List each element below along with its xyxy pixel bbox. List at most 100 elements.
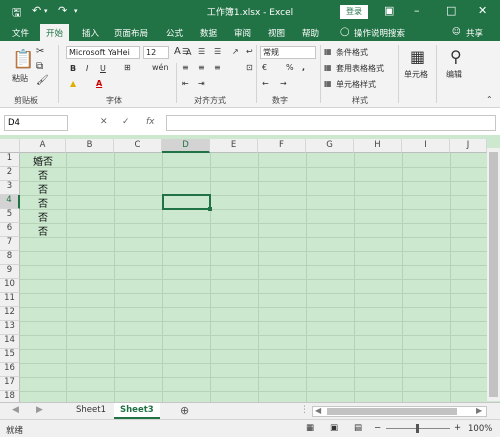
row-header[interactable]: 7 bbox=[0, 237, 20, 251]
cell-a6[interactable]: 否 bbox=[20, 223, 66, 238]
tab-help[interactable]: 帮助 bbox=[302, 27, 319, 39]
cell-a1[interactable]: 婚否 bbox=[20, 153, 66, 168]
fill-handle[interactable] bbox=[208, 207, 212, 211]
collapse-ribbon-icon[interactable]: ⌃ bbox=[486, 95, 493, 104]
row-header[interactable]: 13 bbox=[0, 321, 20, 335]
number-format-select[interactable]: 常规 bbox=[260, 46, 316, 59]
page-layout-view-icon[interactable]: ▣ bbox=[330, 423, 338, 433]
cell-styles-icon[interactable]: ▦ bbox=[324, 79, 332, 88]
cell-a4[interactable]: 否 bbox=[20, 195, 66, 210]
row-header[interactable]: 17 bbox=[0, 377, 20, 391]
percent-button[interactable]: % bbox=[286, 63, 294, 72]
add-sheet-icon[interactable]: ⊕ bbox=[180, 404, 189, 417]
name-box[interactable]: D4 bbox=[4, 115, 68, 131]
sheet-tab-sheet1[interactable]: Sheet1 bbox=[70, 403, 112, 419]
orientation-icon[interactable]: ↗ bbox=[232, 47, 239, 56]
horizontal-scroll-thumb[interactable] bbox=[327, 408, 457, 415]
tab-data[interactable]: 数据 bbox=[200, 27, 217, 39]
align-middle-icon[interactable]: ☰ bbox=[198, 47, 205, 56]
editing-icon[interactable]: ⚲ bbox=[450, 47, 462, 66]
column-header-g[interactable]: G bbox=[306, 139, 354, 153]
bold-button[interactable]: B bbox=[70, 64, 76, 73]
conditional-format-icon[interactable]: ▦ bbox=[324, 47, 332, 56]
align-left-icon[interactable]: ≡ bbox=[182, 63, 189, 72]
row-header[interactable]: 8 bbox=[0, 251, 20, 265]
column-header-j[interactable]: J bbox=[450, 139, 487, 153]
editing-button[interactable]: 编辑 bbox=[446, 69, 462, 80]
align-right-icon[interactable]: ≡ bbox=[214, 63, 221, 72]
row-header[interactable]: 3 bbox=[0, 181, 20, 195]
tab-view[interactable]: 视图 bbox=[268, 27, 285, 39]
cells-button[interactable]: 单元格 bbox=[404, 69, 428, 80]
fill-color-icon[interactable]: ▲ bbox=[70, 79, 76, 88]
align-top-icon[interactable]: ☰ bbox=[182, 47, 189, 56]
login-button[interactable]: 登录 bbox=[340, 5, 368, 19]
row-header[interactable]: 1 bbox=[0, 153, 20, 167]
copy-icon[interactable]: ⧉ bbox=[36, 61, 43, 72]
column-header-d[interactable]: D bbox=[162, 139, 210, 153]
column-header-b[interactable]: B bbox=[66, 139, 114, 153]
column-header-e[interactable]: E bbox=[210, 139, 258, 153]
zoom-slider-thumb[interactable] bbox=[416, 424, 419, 433]
font-size-select[interactable]: 12 bbox=[143, 46, 169, 59]
increase-indent-icon[interactable]: ⇥ bbox=[198, 79, 205, 88]
active-cell-d4[interactable] bbox=[162, 194, 211, 210]
align-bottom-icon[interactable]: ☰ bbox=[214, 47, 221, 56]
zoom-out-icon[interactable]: − bbox=[374, 423, 381, 433]
share-button[interactable]: 共享 bbox=[466, 27, 483, 39]
tab-split-icon[interactable]: ⋮ bbox=[300, 405, 309, 415]
row-header[interactable]: 12 bbox=[0, 307, 20, 321]
zoom-in-icon[interactable]: + bbox=[454, 423, 461, 433]
format-as-table-button[interactable]: 套用表格格式 bbox=[336, 63, 384, 74]
row-header[interactable]: 6 bbox=[0, 223, 20, 237]
comma-button[interactable]: , bbox=[302, 63, 305, 72]
column-header-i[interactable]: I bbox=[402, 139, 450, 153]
tell-me-search[interactable]: 操作说明搜索 bbox=[354, 27, 405, 39]
maximize-icon[interactable]: □ bbox=[446, 4, 456, 17]
tab-review[interactable]: 审阅 bbox=[234, 27, 251, 39]
confirm-icon[interactable]: ✓ bbox=[122, 117, 130, 127]
borders-icon[interactable]: ⊞ bbox=[124, 63, 131, 72]
tab-formulas[interactable]: 公式 bbox=[166, 27, 183, 39]
row-header[interactable]: 18 bbox=[0, 391, 20, 402]
font-color-button[interactable]: A bbox=[96, 79, 102, 88]
vertical-scrollbar[interactable] bbox=[487, 148, 500, 401]
cell-a3[interactable]: 否 bbox=[20, 181, 66, 196]
tab-insert[interactable]: 插入 bbox=[82, 27, 99, 39]
row-header[interactable]: 2 bbox=[0, 167, 20, 181]
select-all-corner[interactable] bbox=[0, 139, 20, 153]
wrap-text-icon[interactable]: ↩ bbox=[246, 47, 253, 56]
cell-a5[interactable]: 否 bbox=[20, 209, 66, 224]
close-icon[interactable]: ✕ bbox=[478, 4, 487, 17]
row-header[interactable]: 15 bbox=[0, 349, 20, 363]
scroll-left-icon[interactable]: ◀ bbox=[315, 406, 321, 415]
column-header-h[interactable]: H bbox=[354, 139, 402, 153]
row-header[interactable]: 4 bbox=[0, 195, 20, 209]
formula-input[interactable] bbox=[166, 115, 496, 131]
sheet-tab-sheet3[interactable]: Sheet3 bbox=[114, 403, 160, 419]
column-header-c[interactable]: C bbox=[114, 139, 162, 153]
normal-view-icon[interactable]: ▦ bbox=[306, 423, 314, 433]
cut-icon[interactable]: ✂ bbox=[36, 46, 44, 57]
increase-decimal-icon[interactable]: ← bbox=[262, 79, 269, 88]
cell-a2[interactable]: 否 bbox=[20, 167, 66, 182]
tab-home[interactable]: 开始 bbox=[40, 24, 70, 41]
currency-icon[interactable]: € bbox=[262, 63, 267, 72]
vertical-scroll-thumb[interactable] bbox=[489, 152, 498, 397]
cell-styles-button[interactable]: 单元格样式 bbox=[336, 79, 376, 90]
ribbon-display-icon[interactable]: ▣ bbox=[384, 4, 394, 17]
zoom-slider[interactable] bbox=[386, 424, 450, 433]
prev-sheet-icon[interactable]: ◀ bbox=[12, 405, 19, 415]
decrease-indent-icon[interactable]: ⇤ bbox=[182, 79, 189, 88]
phonetic-button[interactable]: wén bbox=[152, 63, 169, 72]
row-header[interactable]: 16 bbox=[0, 363, 20, 377]
decrease-decimal-icon[interactable]: → bbox=[280, 79, 287, 88]
row-header[interactable]: 10 bbox=[0, 279, 20, 293]
cells-icon[interactable]: ▦ bbox=[410, 47, 425, 66]
minimize-icon[interactable]: – bbox=[414, 4, 420, 17]
row-header[interactable]: 11 bbox=[0, 293, 20, 307]
cancel-icon[interactable]: ✕ bbox=[100, 117, 108, 127]
row-header[interactable]: 14 bbox=[0, 335, 20, 349]
italic-button[interactable]: I bbox=[86, 64, 88, 73]
tab-page-layout[interactable]: 页面布局 bbox=[114, 27, 148, 39]
